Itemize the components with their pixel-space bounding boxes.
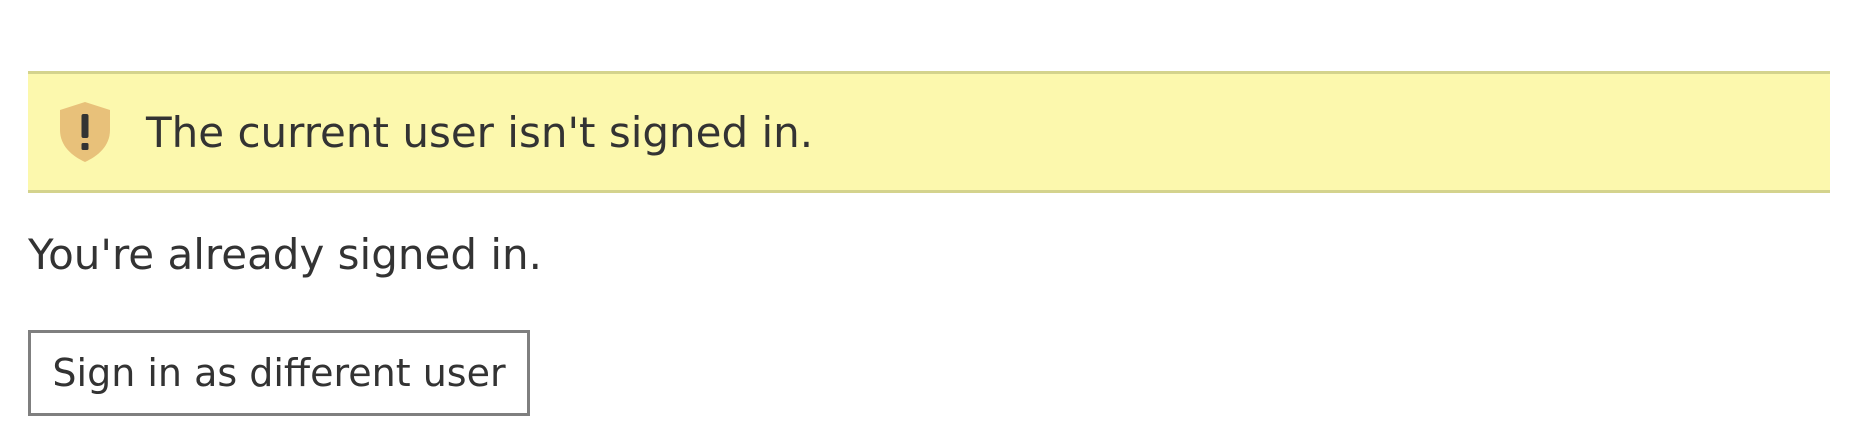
sign-in-as-different-user-button[interactable]: Sign in as different user: [28, 330, 530, 416]
clipped-text-line: [28, 0, 1428, 38]
signed-in-status-text: You're already signed in.: [28, 230, 542, 279]
shield-exclamation-icon: [58, 100, 112, 164]
warning-message: The current user isn't signed in.: [146, 107, 814, 157]
page: The current user isn't signed in. You're…: [0, 0, 1876, 430]
warning-banner: The current user isn't signed in.: [28, 71, 1830, 193]
